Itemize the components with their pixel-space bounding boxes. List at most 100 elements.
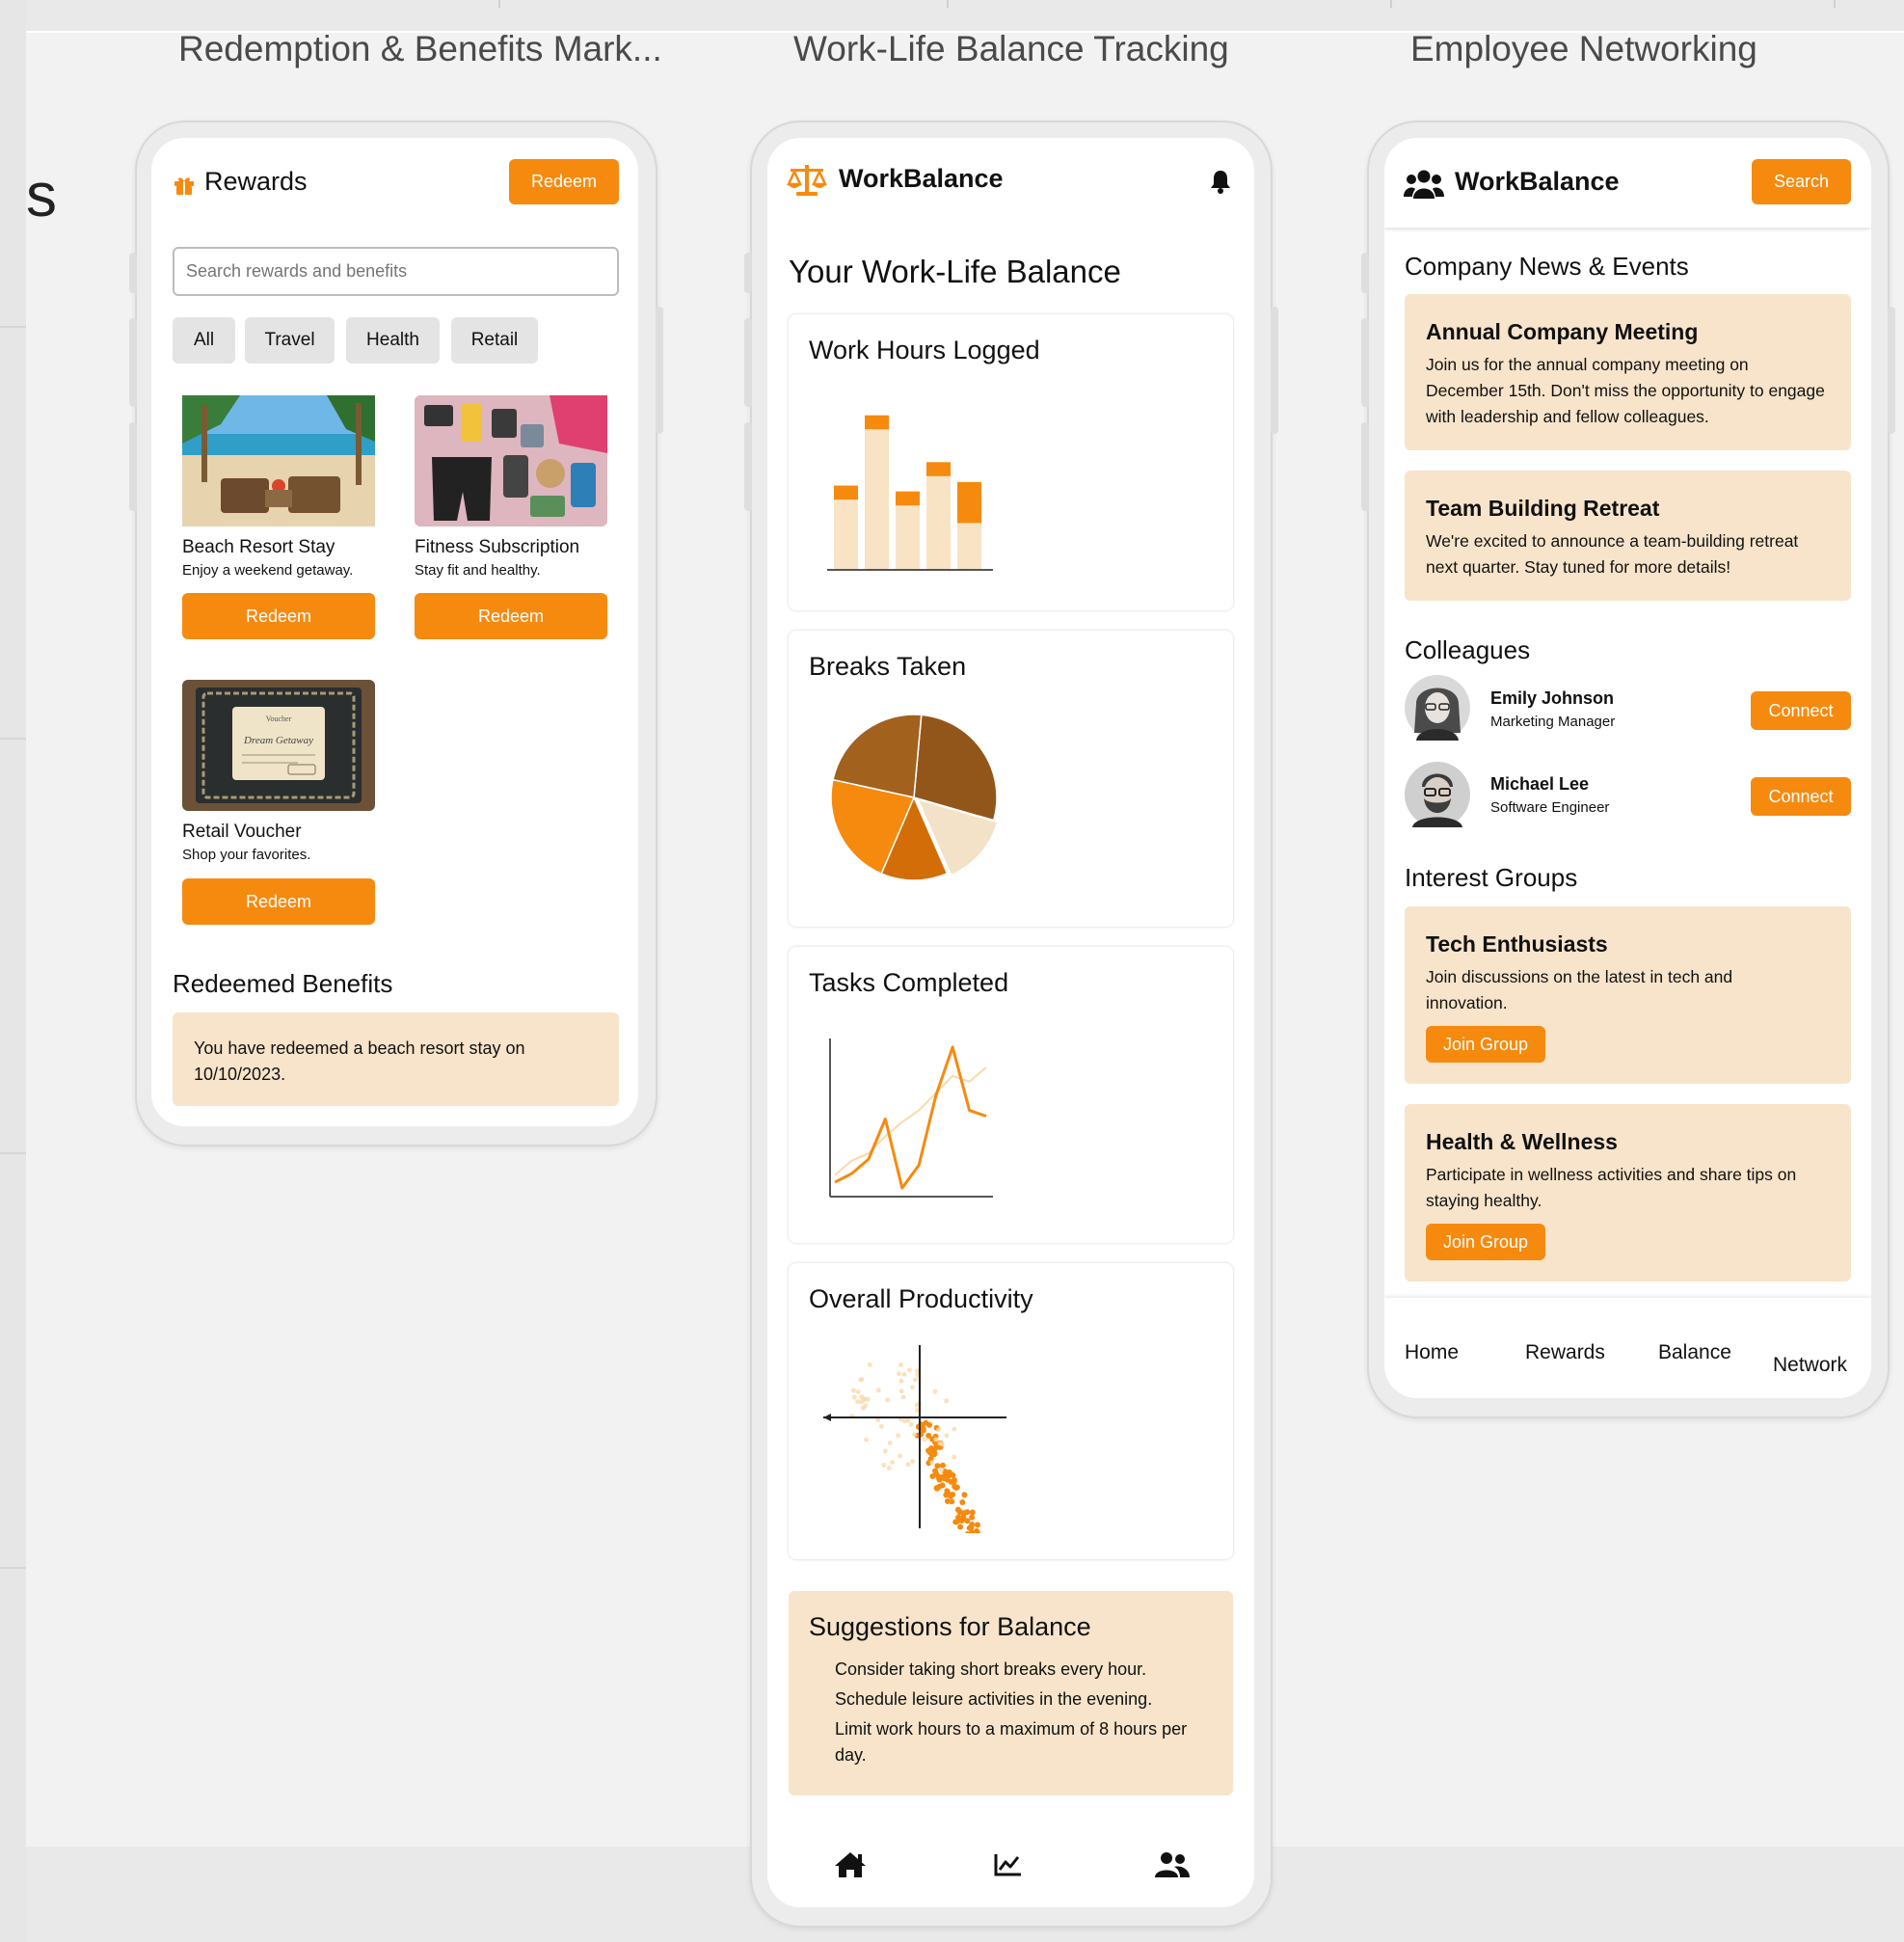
scatter-point <box>939 1442 945 1447</box>
search-button[interactable]: Search <box>1752 159 1851 204</box>
scatter-point <box>910 1459 916 1465</box>
bell-icon[interactable] <box>1209 169 1232 194</box>
scatter-point <box>964 1509 971 1516</box>
users-icon[interactable] <box>1155 1852 1190 1877</box>
suggestion-item: Schedule leisure activities in the eveni… <box>835 1689 1153 1709</box>
balance-scale-icon <box>787 165 827 196</box>
bar <box>957 523 981 570</box>
join-group-button[interactable]: Join Group <box>1426 1026 1545 1063</box>
connect-button[interactable]: Connect <box>1751 691 1851 730</box>
filter-chip-health[interactable]: Health <box>346 317 440 364</box>
chart-line-icon[interactable] <box>994 1852 1023 1877</box>
beach-resort-image[interactable] <box>182 395 375 526</box>
retail-voucher-image[interactable]: Voucher Dream Getaway <box>182 680 375 811</box>
work-hours-card: Work Hours Logged <box>789 314 1233 610</box>
item-name: Fitness Subscription <box>415 537 580 557</box>
productivity-card: Overall Productivity <box>789 1263 1233 1559</box>
redeemed-benefits-panel: You have redeemed a beach resort stay on… <box>173 1012 619 1106</box>
scatter-point <box>858 1377 864 1383</box>
users-group-icon <box>1404 170 1444 199</box>
panel-divider <box>0 326 26 328</box>
rewards-search-input[interactable] <box>173 247 619 296</box>
scatter-point <box>896 1433 901 1439</box>
scatter-point <box>860 1405 866 1411</box>
news-title: Annual Company Meeting <box>1426 319 1699 344</box>
scatter-point <box>944 1433 950 1439</box>
item-description: Enjoy a weekend getaway. <box>182 562 354 579</box>
filter-chip-all[interactable]: All <box>173 317 235 364</box>
connect-button[interactable]: Connect <box>1751 777 1851 816</box>
scatter-point <box>898 1362 903 1367</box>
scatter-point <box>950 1471 956 1478</box>
nav-home[interactable]: Home <box>1405 1341 1459 1364</box>
colleague-role: Marketing Manager <box>1490 714 1616 730</box>
suggestion-item: Limit work hours to a maximum of 8 hours… <box>835 1719 1188 1765</box>
filter-chip-travel[interactable]: Travel <box>245 317 335 364</box>
news-title: Team Building Retreat <box>1426 496 1660 521</box>
network-screen: WorkBalance Search Company News & Events… <box>1384 138 1871 1398</box>
panel-divider <box>0 1567 26 1569</box>
fitness-kit-image[interactable] <box>415 395 607 526</box>
scatter-point <box>878 1423 884 1429</box>
header-redeem-button[interactable]: Redeem <box>509 159 619 204</box>
nav-balance[interactable]: Balance <box>1658 1341 1731 1364</box>
scatter-point <box>922 1437 927 1443</box>
suggestions-panel: Suggestions for Balance Consider taking … <box>789 1591 1233 1795</box>
redeemed-benefits-heading: Redeemed Benefits <box>173 969 393 998</box>
cropped-heading-letter: s <box>26 160 57 229</box>
home-icon[interactable] <box>834 1850 867 1879</box>
nav-network[interactable]: Network <box>1773 1354 1847 1377</box>
news-card[interactable]: Annual Company Meeting Join us for the a… <box>1405 294 1851 450</box>
card-title: Tasks Completed <box>809 968 1009 997</box>
card-title: Overall Productivity <box>809 1284 1033 1313</box>
scatter-point <box>890 1459 896 1465</box>
scatter-point <box>913 1377 919 1383</box>
scatter-point <box>944 1398 950 1404</box>
top-neighbor-panel <box>26 0 1904 33</box>
group-body: Participate in wellness activities and s… <box>1426 1165 1797 1210</box>
item-name: Beach Resort Stay <box>182 537 335 557</box>
scatter-point <box>918 1431 925 1438</box>
scatter-point <box>897 1370 902 1376</box>
scatter-point <box>875 1388 881 1393</box>
scatter-point <box>956 1509 963 1516</box>
news-card[interactable]: Team Building Retreat We're excited to a… <box>1405 471 1851 601</box>
nav-rewards[interactable]: Rewards <box>1525 1341 1605 1364</box>
network-bottom-nav: Home Rewards Balance Network <box>1384 1298 1871 1398</box>
scatter-point <box>968 1524 975 1531</box>
news-body: We're excited to announce a team-buildin… <box>1426 531 1799 577</box>
scatter-point <box>931 1449 938 1456</box>
scatter-point <box>952 1454 957 1460</box>
scatter-point <box>939 1467 945 1472</box>
bar <box>834 499 858 570</box>
scatter-point <box>900 1394 906 1400</box>
group-title: Health & Wellness <box>1426 1129 1618 1154</box>
scatter-point <box>905 1462 911 1468</box>
scatter-point <box>932 1389 938 1394</box>
scatter-point <box>933 1485 940 1492</box>
redeem-button[interactable]: Redeem <box>415 593 607 639</box>
tasks-line-chart <box>829 1038 993 1198</box>
suggestion-item: Consider taking short breaks every hour. <box>835 1659 1147 1679</box>
scatter-point <box>952 1426 957 1432</box>
scatter-point <box>887 1440 893 1445</box>
scatter-point <box>959 1499 966 1506</box>
voucher-script-text: Dream Getaway <box>243 735 313 746</box>
scatter-point <box>961 1492 968 1498</box>
join-group-button[interactable]: Join Group <box>1426 1224 1545 1260</box>
scatter-point <box>912 1432 918 1438</box>
bar <box>926 462 951 476</box>
scatter-point <box>850 1388 856 1393</box>
item-description: Stay fit and healthy. <box>415 562 541 579</box>
filter-chip-retail[interactable]: Retail <box>451 317 538 364</box>
scatter-point <box>855 1389 861 1394</box>
productivity-scatter-chart <box>823 1345 1006 1533</box>
bar <box>865 429 889 570</box>
redeem-button[interactable]: Redeem <box>182 878 375 925</box>
group-card: Health & Wellness Participate in wellnes… <box>1405 1104 1851 1281</box>
card-title: Work Hours Logged <box>809 336 1040 364</box>
redeem-button[interactable]: Redeem <box>182 593 375 639</box>
scatter-point <box>906 1367 912 1373</box>
app-name: WorkBalance <box>1455 167 1620 196</box>
work-hours-bar-chart <box>827 415 993 571</box>
